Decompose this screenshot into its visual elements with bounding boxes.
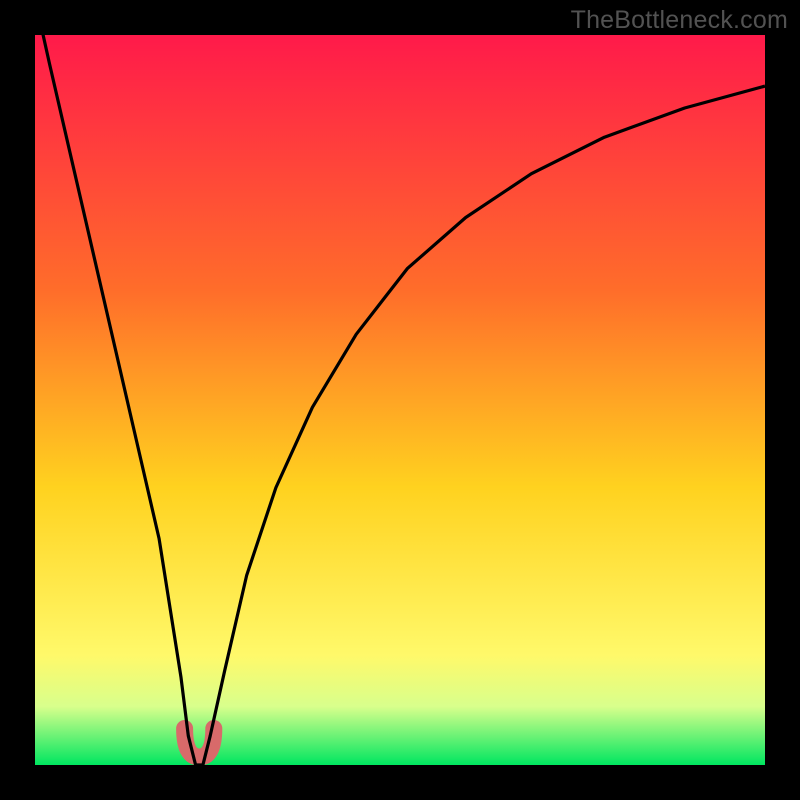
plot-area bbox=[35, 35, 765, 765]
chart-frame: TheBottleneck.com bbox=[0, 0, 800, 800]
attribution-text: TheBottleneck.com bbox=[571, 6, 788, 35]
bottleneck-chart bbox=[35, 35, 765, 765]
gradient-background bbox=[35, 35, 765, 765]
